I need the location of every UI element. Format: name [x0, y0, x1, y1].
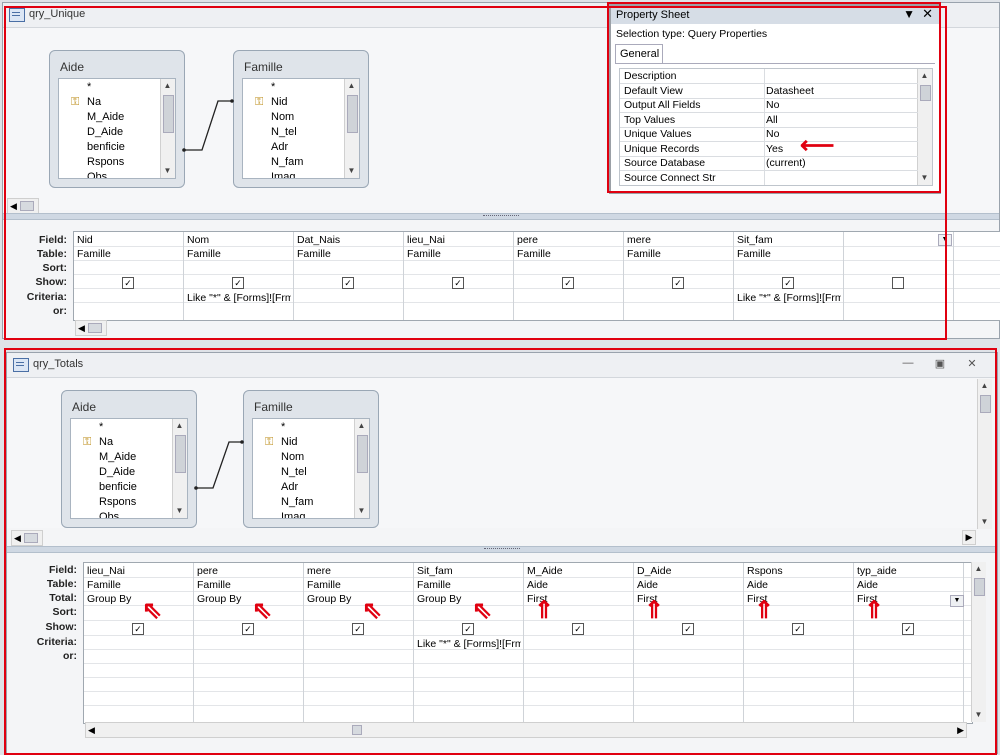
arrow-up-left-icon: ⇖: [142, 597, 163, 624]
arrow-up-icon: ⇑: [864, 597, 885, 624]
annotation-box-property: [607, 2, 941, 193]
annotation-box-bottom: [4, 348, 997, 755]
arrow-left-icon: ⟵: [800, 132, 835, 159]
arrow-up-left-icon: ⇖: [362, 597, 383, 624]
arrow-up-icon: ⇑: [644, 597, 665, 624]
arrow-up-left-icon: ⇖: [472, 597, 493, 624]
arrow-up-icon: ⇑: [754, 597, 775, 624]
arrow-up-left-icon: ⇖: [252, 597, 273, 624]
arrow-up-icon: ⇑: [534, 597, 555, 624]
